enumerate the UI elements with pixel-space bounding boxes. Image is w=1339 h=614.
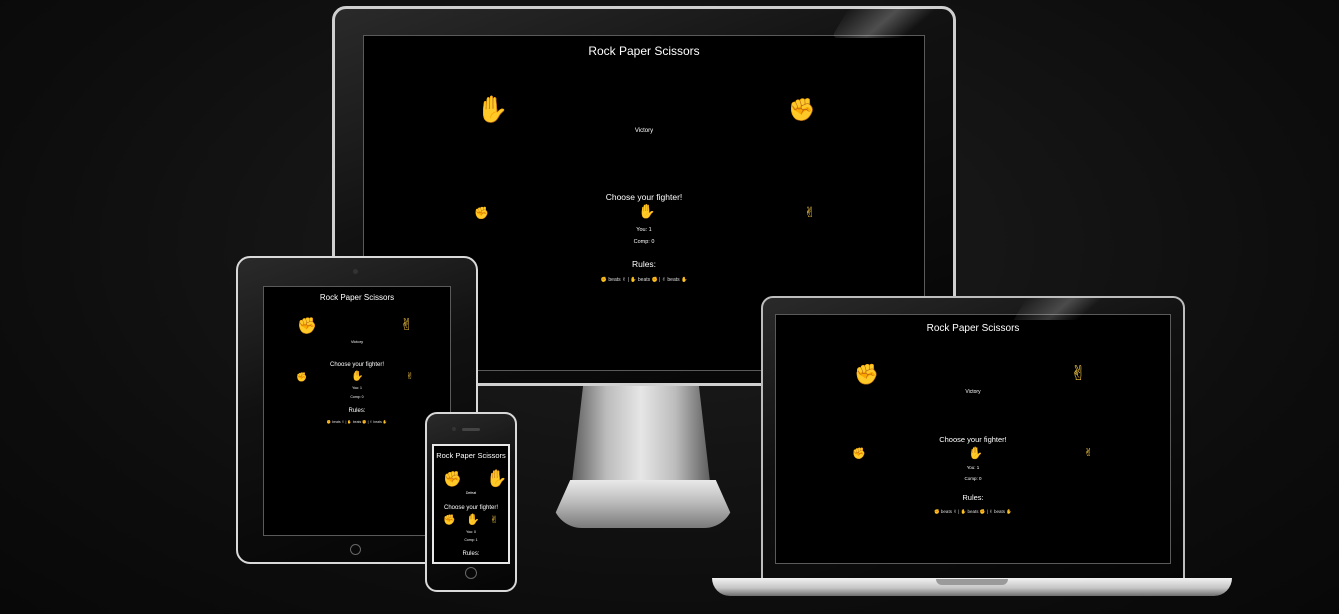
computer-hand-icon: ✌ — [400, 317, 414, 334]
paper-button[interactable]: ✋ — [968, 447, 983, 459]
rock-button[interactable]: ✊ — [443, 516, 455, 526]
paper-button[interactable]: ✋ — [466, 515, 480, 526]
scissors-button[interactable]: ✌ — [490, 516, 498, 526]
score-you: You: 1 — [966, 465, 980, 470]
player-hand-icon: ✋ — [476, 94, 509, 124]
phone-speaker — [462, 428, 480, 431]
phone-camera — [452, 427, 456, 431]
rules-text: ✊ beats ✌ | ✋ beats ✊ | ✌ beats ✋ — [934, 509, 1012, 514]
rock-button[interactable]: ✊ — [474, 207, 489, 219]
result-text: Victory — [350, 339, 364, 344]
paper-button[interactable]: ✋ — [351, 372, 363, 382]
monitor-stand-base — [552, 480, 734, 528]
player-hand-icon: ✊ — [854, 364, 879, 386]
page-title: Rock Paper Scissors — [319, 293, 395, 302]
computer-hand-icon: ✊ — [788, 97, 816, 122]
rules-heading: Rules: — [462, 551, 480, 557]
laptop-notch — [936, 579, 1008, 585]
score-comp: Comp: 0 — [964, 476, 982, 481]
tablet-home-button — [350, 544, 361, 555]
phone-screen: Rock Paper Scissors ✊ ✋ Defeat Choose yo… — [432, 444, 510, 564]
page-title: Rock Paper Scissors — [588, 44, 700, 58]
player-hand-icon: ✊ — [297, 318, 317, 335]
page-title: Rock Paper Scissors — [436, 451, 506, 460]
tablet-camera — [353, 269, 358, 274]
choose-fighter-heading: Choose your fighter! — [329, 362, 385, 368]
score-you: You: 1 — [636, 227, 652, 233]
rules-heading: Rules: — [962, 493, 984, 502]
app-view-phone: Rock Paper Scissors ✊ ✋ Defeat Choose yo… — [434, 446, 508, 562]
app-view-tablet: Rock Paper Scissors ✊ ✌ Victory Choose y… — [264, 287, 450, 535]
choose-fighter-heading: Choose your fighter! — [605, 192, 683, 202]
score-comp: Comp: 1 — [464, 538, 478, 542]
scissors-button[interactable]: ✌ — [804, 205, 816, 219]
score-comp: Comp: 0 — [633, 239, 655, 245]
computer-hand-icon: ✋ — [486, 469, 508, 488]
paper-button[interactable]: ✋ — [638, 204, 655, 218]
scissors-button[interactable]: ✌ — [1084, 448, 1093, 459]
tablet-screen: Rock Paper Scissors ✊ ✌ Victory Choose y… — [263, 286, 451, 536]
player-hand-icon: ✊ — [443, 471, 462, 488]
result-text: Victory — [965, 389, 981, 395]
choose-fighter-heading: Choose your fighter! — [443, 505, 499, 511]
phone-home-button — [465, 567, 477, 579]
app-view-laptop: Rock Paper Scissors ✊ ✌ Victory Choose y… — [776, 315, 1170, 563]
score-comp: Comp: 0 — [350, 395, 364, 399]
page-title: Rock Paper Scissors — [926, 323, 1020, 334]
laptop-glare — [1013, 298, 1117, 320]
result-text: Defeat — [465, 491, 477, 495]
computer-hand-icon: ✌ — [1070, 363, 1087, 385]
scissors-button[interactable]: ✌ — [406, 372, 414, 381]
result-text: Victory — [634, 128, 654, 134]
phone-device: Rock Paper Scissors ✊ ✋ Defeat Choose yo… — [425, 412, 517, 592]
score-you: You: 0 — [466, 530, 476, 534]
score-you: You: 1 — [352, 386, 362, 390]
rock-button[interactable]: ✊ — [852, 449, 866, 460]
laptop-device: Rock Paper Scissors ✊ ✌ Victory Choose y… — [761, 296, 1185, 580]
rules-text: ✊ beats ✌ | ✋ beats ✊ | ✌ beats ✋ — [326, 420, 388, 424]
monitor-stand-neck — [572, 386, 710, 482]
laptop-screen: Rock Paper Scissors ✊ ✌ Victory Choose y… — [775, 314, 1171, 564]
choose-fighter-heading: Choose your fighter! — [939, 435, 1007, 444]
rules-heading: Rules: — [348, 408, 366, 414]
monitor-glare — [831, 8, 959, 38]
rock-button[interactable]: ✊ — [296, 373, 307, 382]
